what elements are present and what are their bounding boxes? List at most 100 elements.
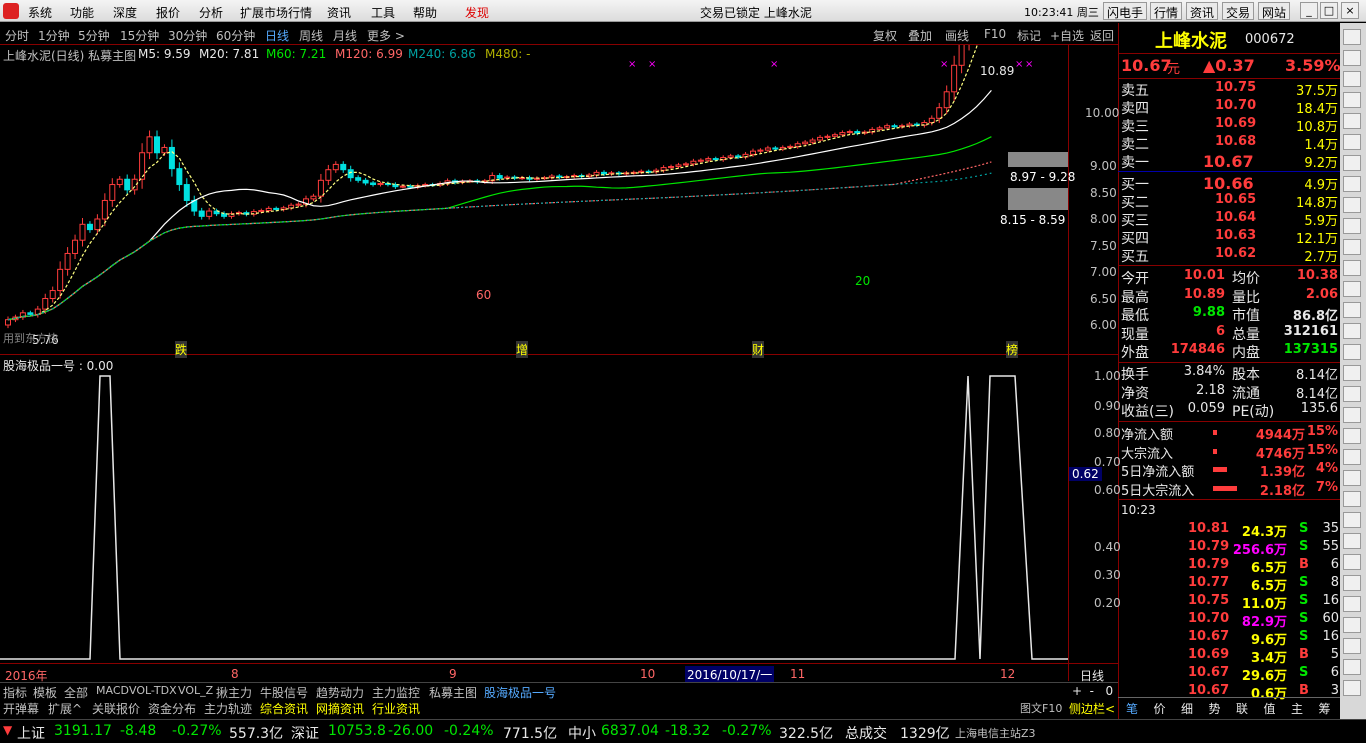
tab-60min[interactable]: 60分钟	[216, 27, 255, 44]
tab-main-track[interactable]: 主力轨迹	[204, 700, 252, 717]
side-tool-icon[interactable]	[1343, 659, 1361, 675]
menu-depth[interactable]: 深度	[113, 4, 137, 21]
side-tool-icon[interactable]	[1343, 155, 1361, 171]
f10-button[interactable]: F10	[984, 27, 1006, 41]
kline-chart[interactable]: × × × × × ×	[0, 45, 1068, 355]
menu-discover[interactable]: 发现	[465, 4, 489, 21]
minimize-icon[interactable]: _	[1300, 2, 1318, 19]
menu-help[interactable]: 帮助	[413, 4, 437, 21]
side-tool-icon[interactable]	[1343, 323, 1361, 339]
side-tool-icon[interactable]	[1343, 344, 1361, 360]
tab-macd[interactable]: MACD	[96, 684, 129, 697]
tab-general-news[interactable]: 综合资讯	[260, 700, 308, 717]
trade-button[interactable]: 交易	[1222, 2, 1255, 20]
menu-news[interactable]: 资讯	[327, 4, 351, 21]
indicator-tick: 0.20	[1094, 596, 1121, 610]
side-tool-icon[interactable]	[1343, 470, 1361, 486]
side-tab[interactable]: 细	[1181, 700, 1193, 717]
side-tab[interactable]: 值	[1264, 700, 1276, 717]
side-tool-icon[interactable]	[1343, 302, 1361, 318]
quotes-button[interactable]: 行情	[1150, 2, 1183, 20]
side-tool-icon[interactable]	[1343, 617, 1361, 633]
side-tool-icon[interactable]	[1343, 134, 1361, 150]
side-tab[interactable]: 笔	[1126, 700, 1138, 717]
side-tool-icon[interactable]	[1343, 197, 1361, 213]
tab-fund-distribution[interactable]: 资金分布	[148, 700, 196, 717]
menu-extended-market[interactable]: 扩展市场行情	[240, 4, 312, 21]
tab-digest-news[interactable]: 网摘资讯	[316, 700, 364, 717]
side-tool-icon[interactable]	[1343, 680, 1361, 696]
side-tool-icon[interactable]	[1343, 260, 1361, 276]
sz-label[interactable]: 深证	[291, 723, 319, 743]
event-marker[interactable]: 增	[516, 341, 529, 358]
tab-related-quote[interactable]: 关联报价	[92, 700, 140, 717]
menu-system[interactable]: 系统	[28, 4, 52, 21]
side-tool-icon[interactable]	[1343, 554, 1361, 570]
tab-more[interactable]: 更多 >	[367, 27, 405, 44]
close-icon[interactable]: ×	[1341, 2, 1359, 19]
news-button[interactable]: 资讯	[1186, 2, 1219, 20]
tab-expand[interactable]: 扩展^	[48, 700, 82, 717]
event-marker[interactable]: 跌	[175, 341, 188, 358]
side-tool-icon[interactable]	[1343, 386, 1361, 402]
side-tool-icon[interactable]	[1343, 596, 1361, 612]
side-tool-icon[interactable]	[1343, 218, 1361, 234]
flash-trade-button[interactable]: 闪电手	[1103, 2, 1148, 20]
tab-monthly[interactable]: 月线	[333, 27, 357, 44]
menu-tools[interactable]: 工具	[371, 4, 395, 21]
tab-vol-tdx[interactable]: VOL-TDX	[129, 684, 177, 697]
side-tool-icon[interactable]	[1343, 575, 1361, 591]
zx-label[interactable]: 中小	[568, 723, 596, 743]
side-tool-icon[interactable]	[1343, 92, 1361, 108]
mark-button[interactable]: 标记	[1017, 27, 1041, 44]
maximize-icon[interactable]: □	[1320, 2, 1338, 19]
menu-function[interactable]: 功能	[70, 4, 94, 21]
side-tool-icon[interactable]	[1343, 407, 1361, 423]
tab-30min[interactable]: 30分钟	[168, 27, 207, 44]
tab-industry-news[interactable]: 行业资讯	[372, 700, 420, 717]
signal-marker: ×	[648, 59, 656, 70]
side-tool-icon[interactable]	[1343, 50, 1361, 66]
side-tool-icon[interactable]	[1343, 491, 1361, 507]
side-tool-icon[interactable]	[1343, 281, 1361, 297]
side-tab[interactable]: 势	[1209, 700, 1221, 717]
side-tool-icon[interactable]	[1343, 533, 1361, 549]
back-button[interactable]: 返回	[1090, 27, 1114, 44]
candle-body	[496, 175, 503, 179]
side-tab[interactable]: 主	[1291, 700, 1303, 717]
f10-text-button[interactable]: 图文F10	[1020, 700, 1062, 716]
side-tool-icon[interactable]	[1343, 512, 1361, 528]
side-tool-icon[interactable]	[1343, 638, 1361, 654]
tab-vol-z[interactable]: VOL_Z	[178, 684, 213, 697]
tab-15min[interactable]: 15分钟	[120, 27, 159, 44]
side-tool-icon[interactable]	[1343, 176, 1361, 192]
side-tab[interactable]: 联	[1236, 700, 1248, 717]
draw-line-button[interactable]: 画线	[945, 27, 969, 44]
side-tool-icon[interactable]	[1343, 365, 1361, 381]
website-button[interactable]: 网站	[1258, 2, 1291, 20]
tab-daily[interactable]: 日线	[265, 27, 289, 44]
event-marker[interactable]: 财	[752, 341, 765, 358]
sidebar-toggle[interactable]: 侧边栏<	[1069, 700, 1115, 717]
add-watchlist-button[interactable]: +自选	[1050, 27, 1084, 44]
side-tool-icon[interactable]	[1343, 449, 1361, 465]
side-tab[interactable]: 筹	[1319, 700, 1331, 717]
sh-label[interactable]: 上证	[17, 723, 45, 743]
overlay-button[interactable]: 叠加	[908, 27, 932, 44]
restore-rights-button[interactable]: 复权	[873, 27, 897, 44]
side-tool-icon[interactable]	[1343, 71, 1361, 87]
menu-analysis[interactable]: 分析	[199, 4, 223, 21]
indicator-chart[interactable]	[0, 364, 1068, 664]
tab-intraday[interactable]: 分时	[5, 27, 29, 44]
side-tab[interactable]: 价	[1154, 700, 1166, 717]
side-tool-icon[interactable]	[1343, 239, 1361, 255]
event-marker[interactable]: 榜	[1006, 341, 1019, 358]
side-tool-icon[interactable]	[1343, 428, 1361, 444]
side-tool-icon[interactable]	[1343, 113, 1361, 129]
tab-5min[interactable]: 5分钟	[78, 27, 110, 44]
menu-quote[interactable]: 报价	[156, 4, 180, 21]
side-tool-icon[interactable]	[1343, 29, 1361, 45]
tab-danmaku[interactable]: 开弹幕	[3, 700, 39, 717]
tab-1min[interactable]: 1分钟	[38, 27, 70, 44]
tab-weekly[interactable]: 周线	[299, 27, 323, 44]
